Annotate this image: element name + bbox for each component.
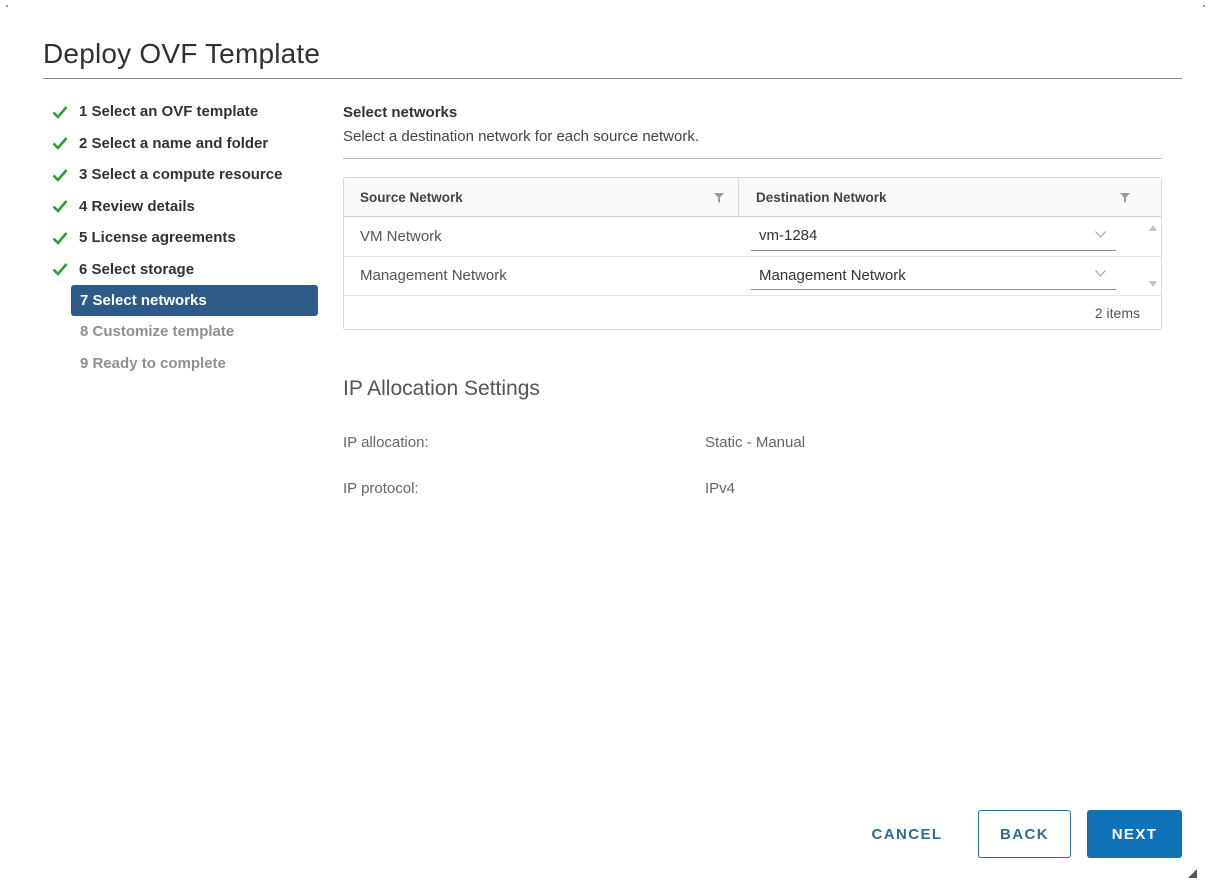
filter-icon[interactable] xyxy=(714,193,724,203)
ip-allocation-value: Static - Manual xyxy=(705,434,806,451)
table-row: Management Network Management Network xyxy=(344,257,1161,296)
grid-footer: 2 items xyxy=(344,296,1161,329)
step-6[interactable]: 6 Select storage xyxy=(52,254,322,286)
table-row: VM Network vm-1284 xyxy=(344,217,1161,257)
resize-grip-icon[interactable] xyxy=(1188,869,1197,878)
step-4[interactable]: 4 Review details xyxy=(52,191,322,223)
scroll-up-icon[interactable] xyxy=(1149,225,1157,231)
step-label: 8 Customize template xyxy=(80,323,235,341)
corner-mark xyxy=(6,5,8,7)
section-divider xyxy=(343,158,1162,159)
step-label: 1 Select an OVF template xyxy=(79,103,259,121)
step-7-active[interactable]: 7 Select networks xyxy=(71,285,318,316)
ip-settings-title: IP Allocation Settings xyxy=(343,377,540,400)
destination-network-select[interactable]: Management Network xyxy=(751,261,1116,291)
source-network-cell: Management Network xyxy=(360,267,507,285)
step-label: 2 Select a name and folder xyxy=(79,134,269,152)
select-value: Management Network xyxy=(759,266,906,284)
dialog-title: Deploy OVF Template xyxy=(43,38,321,69)
step-label: 9 Ready to complete xyxy=(80,354,226,372)
filter-icon[interactable] xyxy=(1120,193,1130,203)
check-icon xyxy=(52,105,74,119)
chevron-down-icon xyxy=(1095,270,1106,277)
step-5[interactable]: 5 License agreements xyxy=(52,222,322,254)
grid-header: Source Network Destination Network xyxy=(344,178,1161,217)
column-header-source[interactable]: Source Network xyxy=(344,178,739,216)
main-content: Select networks Select a destination net… xyxy=(343,104,1163,497)
source-network-cell: VM Network xyxy=(360,227,442,245)
ip-protocol-row: IP protocol: IPv4 xyxy=(343,480,1163,497)
ip-allocation-row: IP allocation: Static - Manual xyxy=(343,434,1163,451)
check-icon xyxy=(52,231,74,245)
column-header-label: Source Network xyxy=(360,189,463,205)
step-2[interactable]: 2 Select a name and folder xyxy=(52,128,322,160)
back-button[interactable]: BACK xyxy=(978,810,1071,858)
destination-network-cell: Management Network xyxy=(739,257,1161,296)
ip-allocation-label: IP allocation: xyxy=(343,434,429,451)
check-icon xyxy=(52,262,74,277)
title-divider xyxy=(43,78,1182,79)
check-icon xyxy=(52,199,74,214)
column-header-destination[interactable]: Destination Network xyxy=(739,178,1161,216)
section-description: Select a destination network for each so… xyxy=(343,128,700,145)
step-label: 5 License agreements xyxy=(79,229,236,247)
grid-scrollbar[interactable] xyxy=(1145,217,1161,296)
item-count: 2 items xyxy=(1094,304,1140,321)
section-title: Select networks xyxy=(343,104,458,121)
step-label: 6 Select storage xyxy=(79,260,195,278)
step-9: 9 Ready to complete xyxy=(52,348,322,380)
chevron-down-icon xyxy=(1095,230,1106,238)
destination-network-select[interactable]: vm-1284 xyxy=(751,222,1116,251)
select-value: vm-1284 xyxy=(759,227,818,245)
ip-protocol-label: IP protocol: xyxy=(343,480,419,497)
check-icon xyxy=(52,168,74,182)
step-1[interactable]: 1 Select an OVF template xyxy=(52,96,322,128)
corner-mark xyxy=(1203,5,1205,7)
step-label: 4 Review details xyxy=(79,197,195,215)
check-icon xyxy=(52,136,74,151)
destination-network-cell: vm-1284 xyxy=(739,217,1161,256)
next-button[interactable]: NEXT xyxy=(1087,810,1182,858)
step-8: 8 Customize template xyxy=(52,316,322,348)
step-label: 7 Select networks xyxy=(80,292,207,309)
ip-protocol-value: IPv4 xyxy=(705,480,736,497)
column-header-label: Destination Network xyxy=(756,189,887,205)
step-3[interactable]: 3 Select a compute resource xyxy=(52,159,322,191)
grid-body: VM Network vm-1284 Management Network Ma… xyxy=(344,217,1161,296)
wizard-steps: 1 Select an OVF template 2 Select a name… xyxy=(52,96,322,379)
step-label: 3 Select a compute resource xyxy=(79,166,283,184)
cancel-button[interactable]: CANCEL xyxy=(853,810,961,858)
network-grid: Source Network Destination Network VM Ne… xyxy=(343,177,1162,330)
scroll-down-icon[interactable] xyxy=(1149,281,1157,287)
